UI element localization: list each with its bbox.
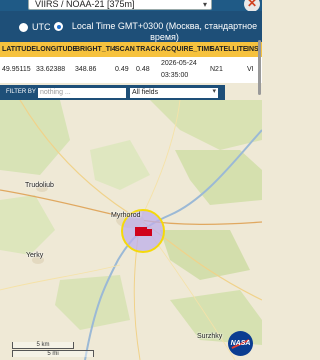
scale-bar-mi: 5 mi <box>12 350 94 357</box>
scale-bar-km: 5 km <box>12 342 74 349</box>
filter-fields-select[interactable]: All fields ▾ <box>130 88 218 98</box>
column-header-instrument[interactable]: INS <box>247 46 259 53</box>
filter-input[interactable]: nothing ... <box>38 88 126 98</box>
layer-select-value: VIIRS / NOAA-21 [375m] <box>35 0 135 9</box>
cell-longitude: 33.62388 <box>36 66 66 73</box>
utc-radio[interactable] <box>19 23 28 32</box>
layer-panel: VIIRS / NOAA-21 [375m] ▾ ✕ <box>0 0 262 12</box>
cell-satellite: N21 <box>210 66 223 73</box>
chevron-down-icon: ▾ <box>212 88 216 95</box>
table-scrollbar[interactable] <box>258 40 261 95</box>
place-label-yerky: Yerky <box>26 252 44 259</box>
cell-acquire-date: 2026-05-24 <box>161 60 197 67</box>
table-header-row: LATITUDE LONGITUDE BRIGHT_TI4 SCAN TRACK… <box>0 42 262 57</box>
layer-select[interactable]: VIIRS / NOAA-21 [375m] ▾ <box>28 0 212 10</box>
cell-track: 0.48 <box>136 66 150 73</box>
filter-label: FILTER BY <box>6 89 36 95</box>
column-header-longitude[interactable]: LONGITUDE <box>36 46 77 53</box>
table-row[interactable]: 49.95115 33.62388 348.86 0.49 0.48 2026-… <box>0 57 262 83</box>
cell-latitude: 49.95115 <box>2 66 31 73</box>
utc-radio-label: UTC <box>32 22 51 32</box>
cell-scan: 0.49 <box>115 66 129 73</box>
scale-bar: 5 km 5 mi <box>12 342 94 357</box>
filter-fields-value: All fields <box>132 89 159 96</box>
column-header-latitude[interactable]: LATITUDE <box>2 46 36 53</box>
nasa-logo-text: NASA <box>230 340 251 347</box>
cell-acquire-time: 03:35:00 <box>161 72 189 79</box>
nasa-logo: NASA <box>228 331 253 356</box>
cell-instrument: VI <box>247 66 254 73</box>
filter-bar: FILTER BY nothing ... All fields ▾ <box>0 85 225 100</box>
local-time-radio[interactable] <box>54 22 63 31</box>
place-label-myrhorod: Myrhorod <box>111 212 141 219</box>
column-header-track[interactable]: TRACK <box>136 46 161 53</box>
local-time-radio-label: Local Time GMT+0300 (Москва, стандартное… <box>71 21 258 42</box>
column-header-acquire-time[interactable]: ACQUIRE_TIME <box>161 46 214 53</box>
fire-data-table: LATITUDE LONGITUDE BRIGHT_TI4 SCAN TRACK… <box>0 42 262 83</box>
cell-bright-ti4: 348.86 <box>75 66 97 73</box>
time-zone-panel: UTC Local Time GMT+0300 (Москва, стандар… <box>0 11 262 42</box>
place-label-trudoliub: Trudoliub <box>25 182 54 189</box>
column-header-scan[interactable]: SCAN <box>115 46 135 53</box>
column-header-satellite[interactable]: SATELLITE <box>210 46 248 53</box>
chevron-down-icon: ▾ <box>202 0 207 9</box>
place-label-surzhky: Surzhky <box>197 333 223 340</box>
close-icon: ✕ <box>246 0 258 10</box>
column-header-bright-ti4[interactable]: BRIGHT_TI4 <box>75 46 116 53</box>
